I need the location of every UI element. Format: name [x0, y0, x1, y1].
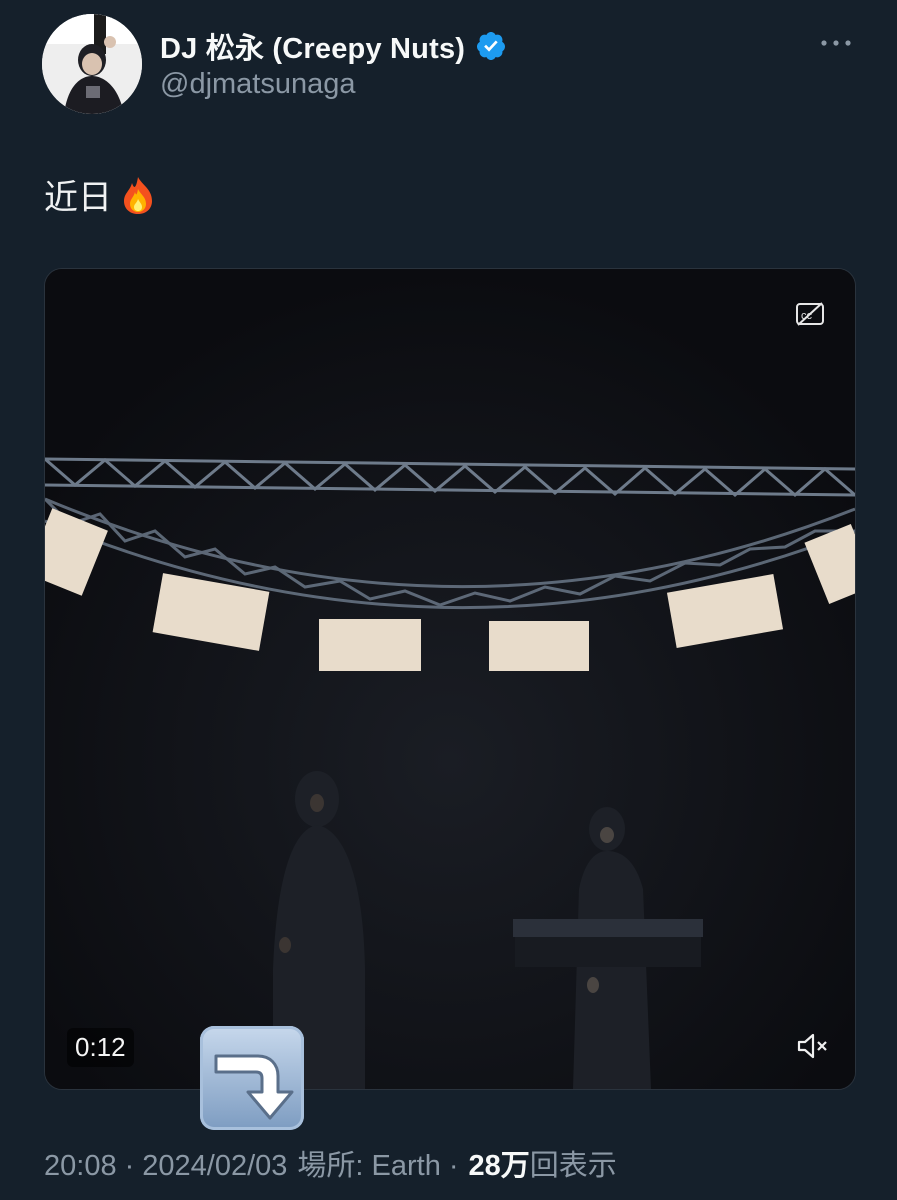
verified-badge-icon: [477, 32, 506, 60]
arrow-curving-down-emoji-icon: [200, 1026, 304, 1130]
fire-emoji-icon: [124, 176, 152, 214]
tweet-time[interactable]: 20:08: [44, 1150, 117, 1183]
speaker-muted-icon[interactable]: [795, 1031, 829, 1061]
meta-separator: ·: [448, 1150, 459, 1182]
views-label: 回表示: [529, 1150, 617, 1182]
closed-captions-off-icon[interactable]: cc: [795, 301, 825, 327]
video-elapsed-time: 0:12: [67, 1028, 134, 1067]
tweet-text: 近日: [44, 170, 156, 219]
video-frame: [45, 269, 855, 1089]
author-display-name[interactable]: DJ 松永 (Creepy Nuts): [160, 25, 465, 67]
author-name-row: DJ 松永 (Creepy Nuts): [160, 26, 507, 66]
tweet-meta: 20:08 · 2024/02/03 場所: Earth · 28万 回表示: [44, 1142, 617, 1184]
author-avatar[interactable]: [42, 14, 142, 114]
tweet-text-body: 近日: [44, 179, 112, 217]
tweet-location: 場所: Earth: [297, 1150, 441, 1182]
meta-separator: ·: [124, 1150, 135, 1182]
tweet-date[interactable]: 2024/02/03: [142, 1150, 287, 1183]
avatar-image: [42, 14, 142, 114]
more-options-icon[interactable]: [819, 28, 853, 58]
views-count[interactable]: 28万: [469, 1142, 530, 1184]
author-handle[interactable]: @djmatsunaga: [160, 68, 356, 101]
video-player[interactable]: cc 0:12: [44, 268, 856, 1090]
